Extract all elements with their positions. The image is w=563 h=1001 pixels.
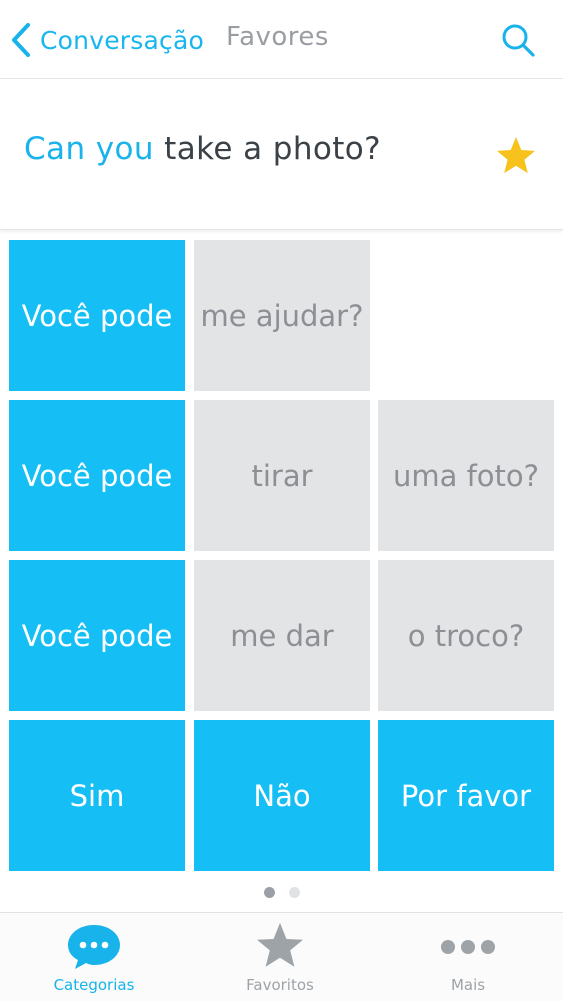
tab-bar: Categorias Favoritos Mais [0, 912, 563, 1001]
page-dot[interactable] [288, 886, 300, 898]
word-tile[interactable]: Você pode [9, 240, 185, 391]
page-dot[interactable] [263, 886, 275, 898]
tab-label: Favoritos [246, 976, 314, 994]
tab-mais[interactable]: Mais [388, 913, 548, 1001]
phrase-highlight: Can you [24, 131, 154, 167]
phrase-panel: Can you take a photo? [0, 79, 563, 230]
page-indicator[interactable] [0, 884, 563, 900]
back-button-label: Conversação [40, 25, 204, 55]
favorite-toggle-button[interactable] [494, 134, 538, 178]
page-title: Favores [226, 22, 329, 52]
answer-tile-sim[interactable]: Sim [9, 720, 185, 871]
search-button[interactable] [500, 22, 536, 58]
chat-bubble-icon [68, 925, 120, 969]
more-dots-icon [441, 940, 495, 954]
word-tile[interactable]: Você pode [9, 400, 185, 551]
word-tile[interactable]: tirar [194, 400, 370, 551]
star-icon [257, 923, 303, 967]
word-tile[interactable]: me ajudar? [194, 240, 370, 391]
star-icon [497, 137, 535, 174]
back-button[interactable]: Conversação [10, 18, 204, 62]
chevron-left-icon [12, 23, 30, 57]
tab-favoritos[interactable]: Favoritos [200, 913, 360, 1001]
answer-tile-nao[interactable]: Não [194, 720, 370, 871]
tab-categorias[interactable]: Categorias [14, 913, 174, 1001]
word-tile[interactable]: Você pode [9, 560, 185, 711]
phrase-rest: take a photo? [153, 131, 382, 167]
tab-label: Mais [450, 976, 486, 994]
navigation-bar: Conversação Favores [0, 0, 563, 79]
search-icon [502, 24, 535, 57]
phrase-text: Can you take a photo? [24, 131, 381, 167]
answer-tile-por-favor[interactable]: Por favor [378, 720, 554, 871]
word-tile[interactable]: me dar [194, 560, 370, 711]
tab-label: Categorias [53, 976, 135, 994]
word-tile[interactable]: uma foto? [378, 400, 554, 551]
word-tile[interactable]: o troco? [378, 560, 554, 711]
